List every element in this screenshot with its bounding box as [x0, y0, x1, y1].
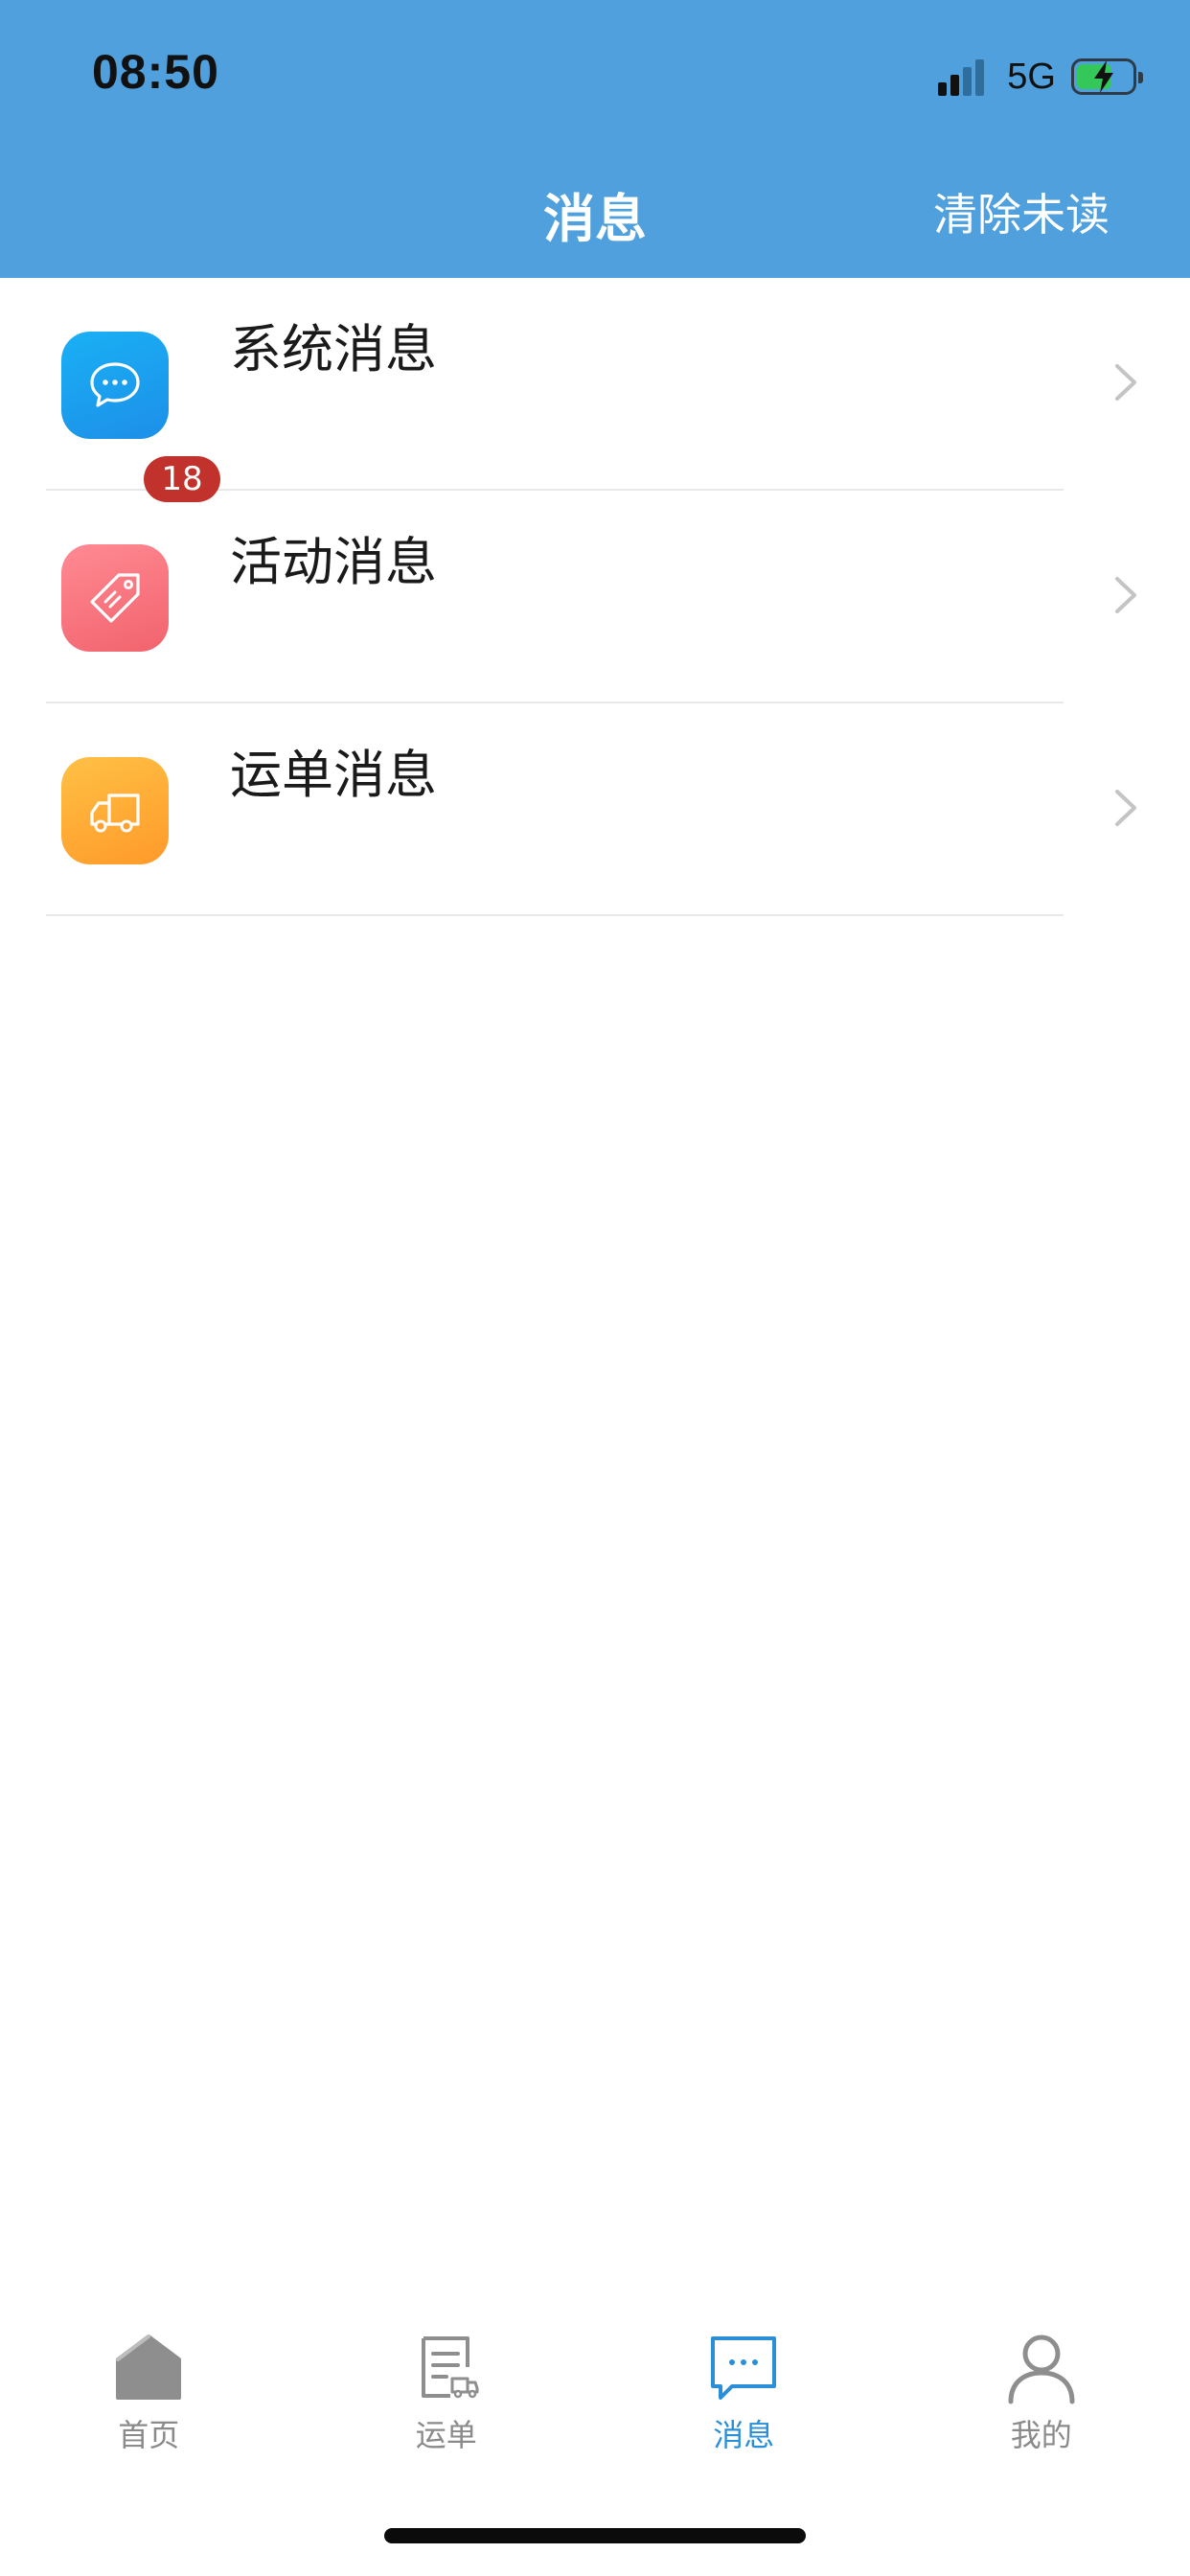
list-item-waybill-messages[interactable]: 运单消息: [0, 703, 1190, 916]
tab-bar: 首页 运单 消息 我的: [0, 2329, 1190, 2463]
chevron-right-icon: [1115, 364, 1136, 401]
tab-label: 我的: [1010, 2417, 1072, 2453]
chevron-right-icon: [1115, 577, 1136, 613]
list-item-label: 系统消息: [230, 319, 437, 380]
chevron-right-icon: [1115, 790, 1136, 826]
tab-waybill[interactable]: 运单: [298, 2329, 596, 2463]
status-time: 08:50: [92, 45, 219, 99]
profile-icon: [1008, 2334, 1075, 2404]
message-icon: [711, 2336, 777, 2400]
status-indicators: 5G: [938, 50, 1143, 104]
list-item-activity-messages[interactable]: 活动消息: [0, 491, 1190, 703]
waybill-icon: [421, 2336, 479, 2399]
home-icon: [116, 2334, 182, 2400]
signal-icon: [938, 58, 988, 96]
list-item-label: 运单消息: [230, 745, 437, 805]
home-indicator[interactable]: [384, 2528, 806, 2543]
unread-count-badge: 18: [144, 456, 220, 502]
divider: [46, 914, 1064, 916]
messages-screen: 08:50 5G 消息 清除未读 系统消息 活动消息 运单消息 18 首页 运单…: [0, 0, 1190, 2576]
battery-icon: [1071, 58, 1143, 95]
tab-label: 消息: [713, 2417, 775, 2453]
list-item-label: 活动消息: [230, 532, 437, 592]
network-type: 5G: [1007, 56, 1056, 97]
chat-bubble-icon: [61, 332, 169, 439]
price-tag-icon: [61, 544, 169, 652]
message-category-list: 系统消息 活动消息 运单消息: [0, 278, 1190, 916]
tab-profile[interactable]: 我的: [893, 2329, 1190, 2463]
tab-label: 运单: [415, 2417, 477, 2453]
header: 08:50 5G 消息 清除未读: [0, 0, 1190, 278]
tab-label: 首页: [118, 2417, 180, 2453]
tab-home[interactable]: 首页: [0, 2329, 298, 2463]
truck-icon: [61, 757, 169, 864]
clear-unread-button[interactable]: 清除未读: [933, 180, 1110, 243]
charging-bolt-icon: [1094, 60, 1113, 93]
tab-messages[interactable]: 消息: [595, 2329, 893, 2463]
